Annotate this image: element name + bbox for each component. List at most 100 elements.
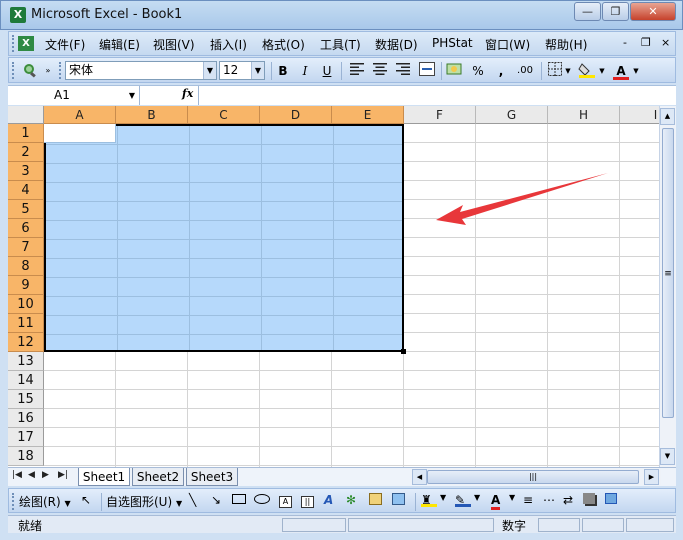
row-header-16[interactable]: 16 [8, 409, 44, 428]
horizontal-scrollbar[interactable]: ◀ ||| ▶ [412, 469, 661, 485]
fill-handle[interactable] [401, 349, 406, 354]
row-header-12[interactable]: 12 [8, 333, 44, 352]
column-header-i[interactable]: I [620, 106, 659, 124]
prev-sheet-button[interactable]: ◀ [28, 470, 35, 480]
font-size-select[interactable]: 12 ▼ [219, 61, 265, 80]
row-header-11[interactable]: 11 [8, 314, 44, 333]
row-header-4[interactable]: 4 [8, 181, 44, 200]
scroll-down-button[interactable]: ▼ [660, 448, 675, 465]
doc-close-button[interactable]: × [661, 36, 670, 49]
worksheet-grid[interactable]: ABCDEFGHI 1 2 3 4 5 6 7 8 9 10 11 12 13 14 15 16 17 18 [8, 106, 659, 467]
formula-input[interactable] [198, 86, 676, 105]
close-button[interactable]: ✕ [630, 2, 676, 21]
diagram-button[interactable]: ✻ [346, 493, 356, 507]
column-header-f[interactable]: F [404, 106, 476, 124]
autoshapes-menu-button[interactable]: 自选图形(U) ▼ [106, 493, 182, 510]
active-cell[interactable] [44, 124, 116, 143]
next-sheet-button[interactable]: ▶ [42, 470, 49, 480]
row-header-15[interactable]: 15 [8, 390, 44, 409]
column-header-c[interactable]: C [188, 106, 260, 124]
row-header-2[interactable]: 2 [8, 143, 44, 162]
vertical-scroll-thumb[interactable]: ≡ [662, 128, 674, 418]
menu-phstat[interactable]: PHStat [432, 36, 473, 50]
horizontal-scroll-thumb[interactable]: ||| [427, 470, 639, 484]
row-header-6[interactable]: 6 [8, 219, 44, 238]
menu-window[interactable]: 窗口(W) [485, 36, 530, 53]
doc-restore-button[interactable]: ❐ [641, 36, 651, 49]
insert-picture-button[interactable] [392, 493, 405, 508]
row-header-17[interactable]: 17 [8, 428, 44, 447]
row-header-14[interactable]: 14 [8, 371, 44, 390]
row-header-13[interactable]: 13 [8, 352, 44, 371]
sheet-tab-sheet3[interactable]: Sheet3 [186, 468, 238, 486]
arrow-button[interactable]: ↘ [211, 493, 221, 507]
sheet-tab-sheet2[interactable]: Sheet2 [132, 468, 184, 486]
toolbar-grip[interactable] [12, 493, 15, 510]
bold-button[interactable]: B [273, 62, 293, 80]
name-box[interactable]: A1 ▼ [8, 86, 140, 105]
column-header-e[interactable]: E [332, 106, 404, 124]
column-header-b[interactable]: B [116, 106, 188, 124]
selected-range[interactable] [44, 124, 404, 352]
arrow-style-button[interactable]: ⇄ [563, 493, 573, 507]
research-icon[interactable] [19, 62, 41, 80]
chevron-down-icon[interactable]: ▼ [598, 62, 606, 80]
vertical-scrollbar[interactable]: ▲ ≡ ▼ [659, 106, 676, 467]
workbook-icon[interactable]: X [18, 36, 34, 51]
scroll-right-button[interactable]: ▶ [644, 469, 659, 485]
menu-file[interactable]: 文件(F) [45, 36, 85, 53]
merge-center-button[interactable] [417, 62, 437, 80]
row-header-9[interactable]: 9 [8, 276, 44, 295]
row-header-3[interactable]: 3 [8, 162, 44, 181]
chevron-down-icon[interactable]: ▼ [129, 86, 135, 105]
wordart-button[interactable]: A [324, 493, 333, 507]
select-all-button[interactable] [8, 106, 44, 124]
draw-menu-button[interactable]: 绘图(R) ▼ [19, 493, 71, 510]
minimize-button[interactable]: — [574, 2, 601, 21]
clipart-button[interactable] [369, 493, 382, 508]
font-color-button[interactable]: A [611, 62, 631, 80]
fill-color-button[interactable]: ♜ [421, 493, 437, 507]
chevron-down-icon[interactable]: ▼ [474, 493, 480, 502]
underline-button[interactable]: U [317, 62, 337, 80]
menu-view[interactable]: 视图(V) [153, 36, 195, 53]
currency-button[interactable] [445, 62, 465, 80]
shadow-style-button[interactable] [583, 493, 595, 507]
toolbar-grip[interactable] [12, 35, 15, 52]
chevron-down-icon[interactable]: ▼ [564, 62, 572, 80]
increase-decimal-button[interactable]: .00 [513, 62, 537, 80]
row-header-10[interactable]: 10 [8, 295, 44, 314]
scroll-left-button[interactable]: ◀ [412, 469, 427, 485]
chevron-down-icon[interactable]: ▼ [509, 493, 515, 502]
font-name-select[interactable]: 宋体 ▼ [65, 61, 217, 80]
insert-function-button[interactable]: fx [182, 87, 193, 100]
align-left-button[interactable] [347, 62, 367, 80]
toolbar-grip[interactable] [12, 62, 15, 79]
vertical-textbox-button[interactable]: || [301, 493, 314, 508]
select-objects-button[interactable]: ↖ [81, 493, 91, 507]
3d-style-button[interactable] [605, 493, 617, 507]
column-header-h[interactable]: H [548, 106, 620, 124]
rectangle-button[interactable] [232, 493, 246, 507]
restore-button[interactable]: ❐ [602, 2, 629, 21]
doc-minimize-button[interactable]: - [623, 36, 627, 49]
dash-style-button[interactable]: ⋯ [543, 493, 555, 507]
first-sheet-button[interactable]: |◀ [12, 470, 22, 480]
line-button[interactable]: ╲ [189, 493, 196, 507]
toolbar-options-icon[interactable]: » [43, 62, 53, 80]
menu-tools[interactable]: 工具(T) [320, 36, 361, 53]
toolbar-grip[interactable] [59, 62, 62, 79]
menu-data[interactable]: 数据(D) [375, 36, 418, 53]
align-right-button[interactable] [393, 62, 413, 80]
textbox-button[interactable]: A [279, 493, 292, 508]
last-sheet-button[interactable]: ▶| [58, 470, 68, 480]
row-header-18[interactable]: 18 [8, 447, 44, 466]
menu-help[interactable]: 帮助(H) [545, 36, 587, 53]
line-style-button[interactable]: ≡ [523, 493, 533, 507]
borders-button[interactable] [545, 62, 565, 80]
menu-format[interactable]: 格式(O) [262, 36, 305, 53]
scroll-up-button[interactable]: ▲ [660, 108, 675, 125]
column-header-g[interactable]: G [476, 106, 548, 124]
italic-button[interactable]: I [295, 62, 315, 80]
row-header-5[interactable]: 5 [8, 200, 44, 219]
